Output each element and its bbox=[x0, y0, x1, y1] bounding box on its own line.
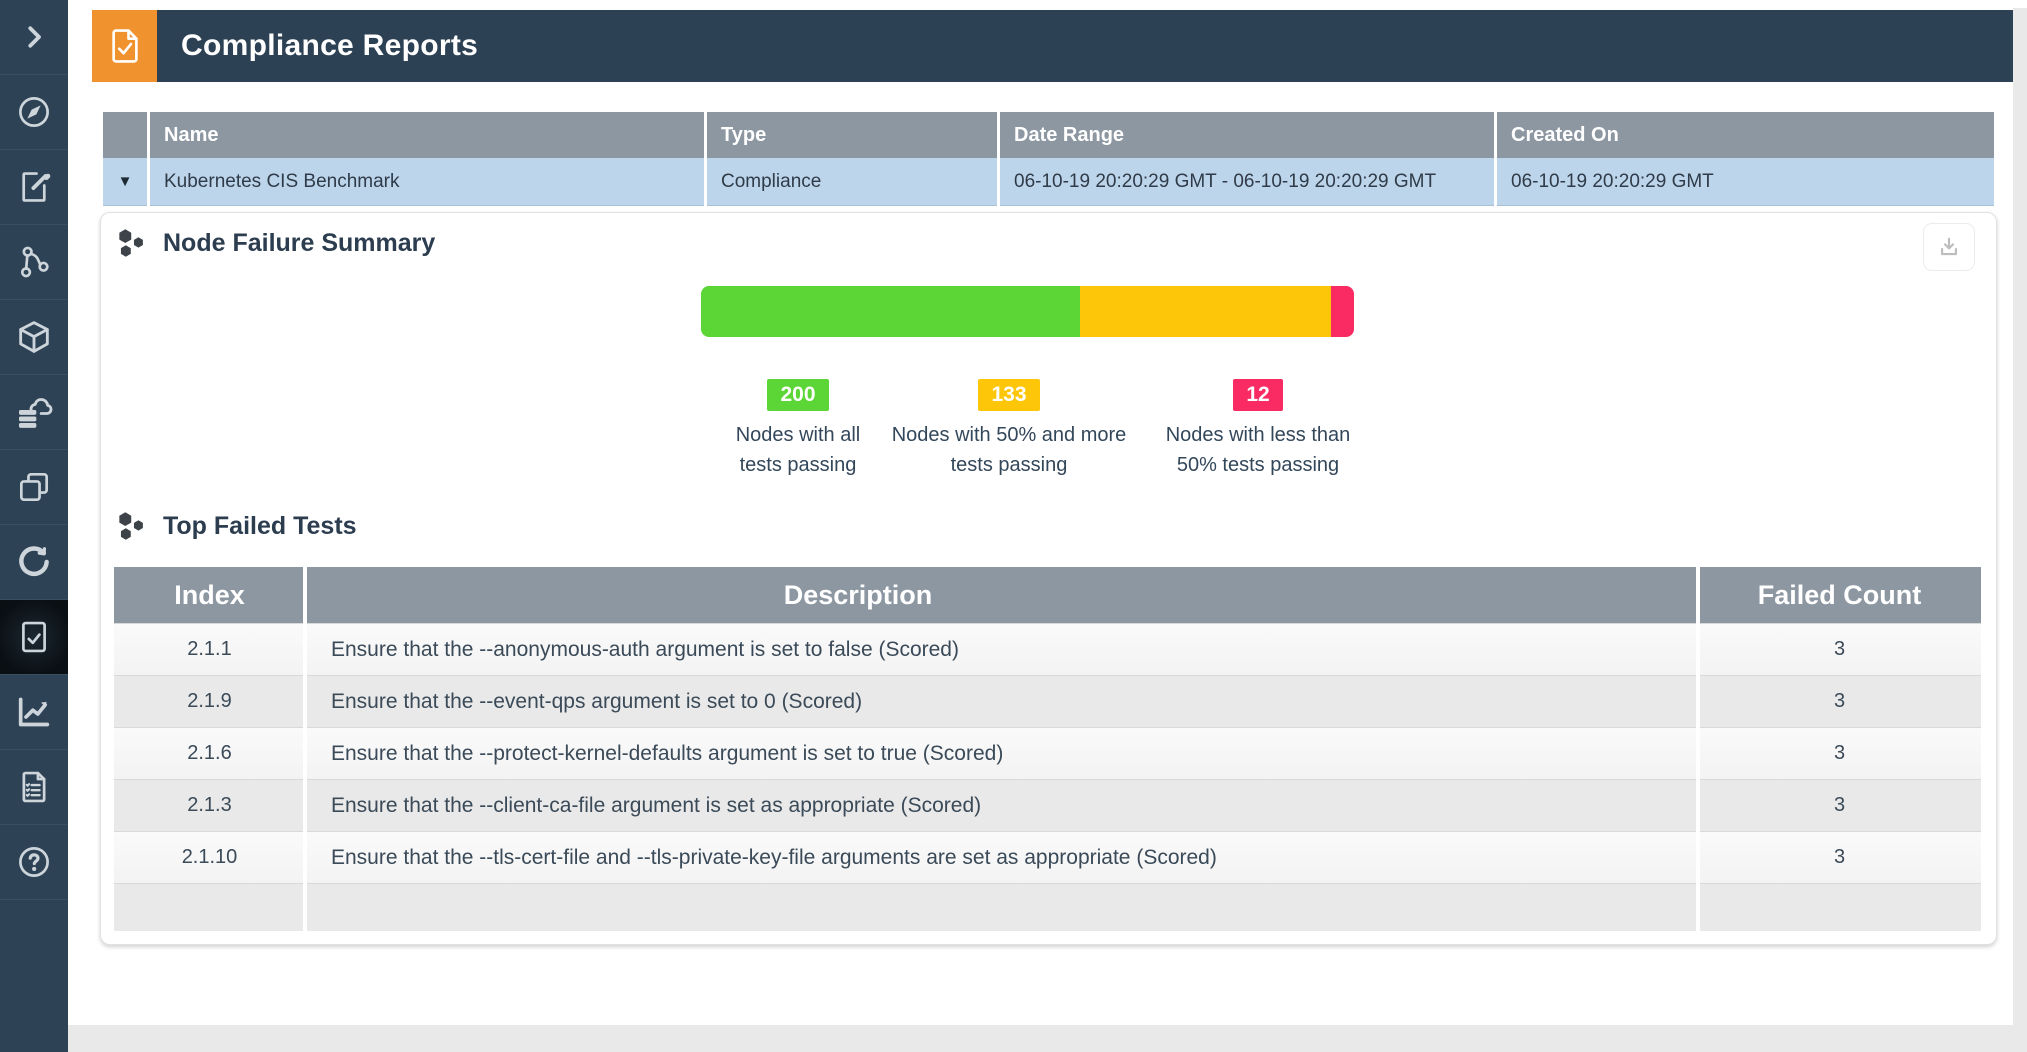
failed-col-description: Description bbox=[305, 567, 1411, 623]
failed-test-row[interactable]: 2.1.6 Ensure that the --protect-kernel-d… bbox=[114, 727, 1981, 779]
sidebar-item-compliance-reports[interactable] bbox=[0, 600, 68, 675]
failed-test-row[interactable]: 2.1.1 Ensure that the --anonymous-auth a… bbox=[114, 623, 1981, 675]
test-failed-count: 3 bbox=[1698, 780, 1981, 831]
reports-col-expander bbox=[103, 112, 147, 158]
test-description: Ensure that the --client-ca-file argumen… bbox=[331, 780, 981, 831]
compliance-report-badge bbox=[92, 10, 157, 82]
layers-icon bbox=[15, 468, 53, 506]
sidebar-item-navigation[interactable] bbox=[0, 75, 68, 150]
sidebar-item-namespaces[interactable] bbox=[0, 450, 68, 525]
sidebar-item-policy[interactable] bbox=[0, 150, 68, 225]
failed-test-row[interactable]: 2.1.9 Ensure that the --event-qps argume… bbox=[114, 675, 1981, 727]
sidebar-item-registries[interactable] bbox=[0, 375, 68, 450]
document-check-icon bbox=[15, 618, 53, 656]
page-background-right bbox=[2013, 8, 2027, 1052]
reports-col-created-on: Created On bbox=[1497, 112, 1994, 158]
count-badge-pink: 12 bbox=[1233, 379, 1282, 411]
bar-segment-2 bbox=[1331, 286, 1354, 337]
reports-col-type: Type bbox=[707, 112, 997, 158]
sidebar-item-sessions[interactable] bbox=[0, 525, 68, 600]
test-index: 2.1.6 bbox=[114, 728, 305, 779]
failed-test-empty-row bbox=[114, 883, 1981, 931]
sidebar-item-network[interactable] bbox=[0, 225, 68, 300]
download-report-button[interactable] bbox=[1923, 223, 1975, 271]
page-title: Compliance Reports bbox=[181, 29, 478, 63]
legend-item-pass-below-50: 12 Nodes with less than 50% tests passin… bbox=[1128, 379, 1388, 480]
app-window: Compliance Reports Name Type Date Range … bbox=[0, 0, 2027, 1052]
node-failure-summary-heading: Node Failure Summary bbox=[115, 227, 435, 259]
failed-col-index: Index bbox=[114, 567, 305, 623]
test-description: Ensure that the --protect-kernel-default… bbox=[331, 728, 1003, 779]
download-icon bbox=[1936, 234, 1962, 260]
sidebar-item-assets[interactable] bbox=[0, 300, 68, 375]
cube-icon bbox=[14, 317, 54, 357]
sidebar-item-bench-reports[interactable] bbox=[0, 675, 68, 750]
test-index: 2.1.3 bbox=[114, 780, 305, 831]
help-circle-icon bbox=[15, 843, 53, 881]
failed-tests-header-row: Index Description Failed Count bbox=[114, 567, 1981, 623]
bar-segment-1 bbox=[1080, 286, 1332, 337]
reports-table: Name Type Date Range Created On ▼ Kubern… bbox=[103, 112, 1994, 206]
test-failed-count: 3 bbox=[1698, 728, 1981, 779]
page-header: Compliance Reports bbox=[92, 10, 2013, 82]
document-edit-icon bbox=[15, 168, 53, 206]
top-failed-tests-heading: Top Failed Tests bbox=[115, 510, 357, 542]
section-title: Node Failure Summary bbox=[163, 229, 435, 258]
test-description: Ensure that the --tls-cert-file and --tl… bbox=[331, 832, 1217, 883]
checklist-document-icon bbox=[15, 768, 53, 806]
sidebar-item-expand[interactable] bbox=[0, 0, 68, 75]
test-description: Ensure that the --event-qps argument is … bbox=[331, 676, 862, 727]
title-bar: Compliance Reports bbox=[157, 10, 2013, 82]
line-chart-icon bbox=[14, 692, 54, 732]
test-description: Ensure that the --anonymous-auth argumen… bbox=[331, 624, 959, 675]
legend-label: Nodes with less than 50% tests passing bbox=[1143, 420, 1373, 480]
test-index: 2.1.1 bbox=[114, 624, 305, 675]
test-failed-count: 3 bbox=[1698, 676, 1981, 727]
hexagons-icon bbox=[115, 227, 147, 259]
test-failed-count: 3 bbox=[1698, 832, 1981, 883]
sidebar-item-help[interactable] bbox=[0, 825, 68, 900]
document-check-icon bbox=[104, 25, 146, 67]
failed-test-row[interactable]: 2.1.10 Ensure that the --tls-cert-file a… bbox=[114, 831, 1981, 883]
legend-item-pass-50-plus: 133 Nodes with 50% and more tests passin… bbox=[869, 379, 1149, 480]
count-badge-yellow: 133 bbox=[978, 379, 1039, 411]
failed-col-count: Failed Count bbox=[1698, 567, 1981, 623]
count-badge-green: 200 bbox=[767, 379, 828, 411]
reports-col-date-range: Date Range bbox=[1000, 112, 1494, 158]
sidebar-item-audit[interactable] bbox=[0, 750, 68, 825]
sidebar bbox=[0, 0, 68, 1052]
reports-col-name: Name bbox=[150, 112, 704, 158]
failed-test-row[interactable]: 2.1.3 Ensure that the --client-ca-file a… bbox=[114, 779, 1981, 831]
report-detail-card: Node Failure Summary 200 Nodes with all … bbox=[100, 212, 1997, 945]
test-failed-count: 3 bbox=[1698, 624, 1981, 675]
test-index: 2.1.10 bbox=[114, 832, 305, 883]
row-expander-toggle[interactable]: ▼ bbox=[103, 158, 147, 206]
page-background-bottom bbox=[68, 1025, 2027, 1052]
cloud-database-icon bbox=[14, 392, 54, 432]
chevron-right-icon bbox=[19, 22, 49, 52]
legend-label: Nodes with all tests passing bbox=[718, 420, 878, 480]
network-graph-icon bbox=[15, 243, 53, 281]
report-created-on-cell: 06-10-19 20:20:29 GMT bbox=[1497, 158, 1994, 206]
section-title: Top Failed Tests bbox=[163, 512, 357, 541]
top-failed-tests-table: Index Description Failed Count 2.1.1 Ens… bbox=[114, 567, 1981, 931]
bar-segment-0 bbox=[701, 286, 1080, 337]
hexagons-icon bbox=[115, 510, 147, 542]
legend-label: Nodes with 50% and more tests passing bbox=[889, 420, 1129, 480]
sync-icon bbox=[15, 543, 53, 581]
node-failure-bar bbox=[701, 286, 1354, 337]
report-type-cell: Compliance bbox=[707, 158, 997, 206]
compass-icon bbox=[15, 93, 53, 131]
report-name-cell[interactable]: Kubernetes CIS Benchmark bbox=[150, 158, 704, 206]
test-index: 2.1.9 bbox=[114, 676, 305, 727]
report-date-range-cell: 06-10-19 20:20:29 GMT - 06-10-19 20:20:2… bbox=[1000, 158, 1494, 206]
